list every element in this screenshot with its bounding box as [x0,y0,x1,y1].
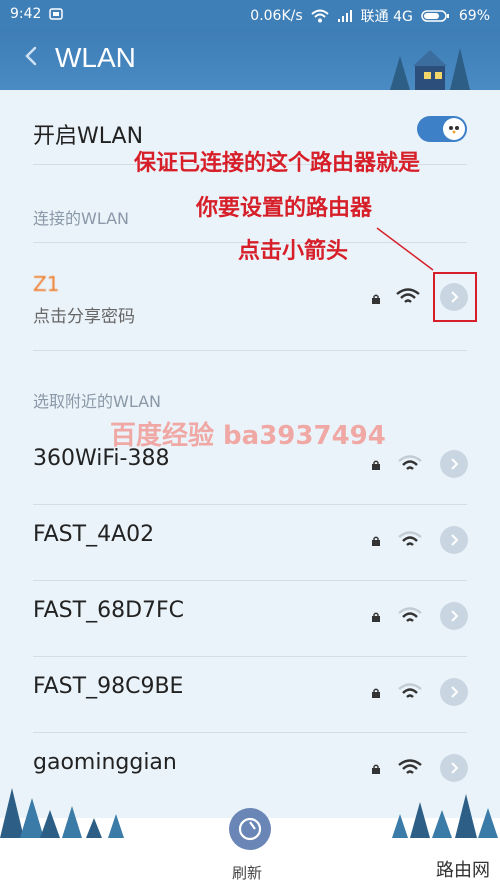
wifi-medium-icon [398,607,422,622]
page-title: WLAN [55,42,136,73]
network-details-arrow-button[interactable] [440,450,468,478]
wlan-toggle-label: 开启WLAN [33,124,144,149]
wifi-medium-icon [398,455,422,470]
divider [33,656,467,657]
signal-icon [337,10,352,22]
wifi-medium-icon [398,683,422,698]
refresh-icon [238,817,262,841]
status-left: 9:42 [10,6,64,22]
lock-icon [372,764,380,774]
back-arrow-icon[interactable] [20,44,44,68]
wlan-toggle-row[interactable]: 开启WLAN [33,116,467,149]
lock-icon [372,460,380,470]
wlan-toggle-switch[interactable] [417,116,467,142]
divider [33,732,467,733]
status-speed: 0.06K/s [250,8,303,24]
highlight-box [433,272,477,322]
chevron-right-icon [451,610,459,622]
chevron-right-icon [451,458,459,470]
wifi-medium-icon [398,531,422,546]
annotation-arrow-line [376,227,434,271]
divider [33,350,467,351]
divider [33,580,467,581]
lock-icon [372,688,380,698]
wifi-strong-icon [398,759,422,774]
nearby-section-title: 选取附近的WLAN [33,392,162,411]
network-details-arrow-button[interactable] [440,602,468,630]
annotation-line-1: 保证已连接的这个路由器就是 [134,151,421,176]
notification-icon [49,8,64,20]
annotation-line-2: 你要设置的路由器 [196,196,373,221]
app-header: WLAN [0,30,500,90]
lock-icon [372,294,380,304]
status-right: 0.06K/s 联通 4G 69% [250,6,490,26]
wifi-status-icon [310,9,329,23]
wifi-strong-icon [396,288,420,303]
status-carrier: 联通 4G [360,9,413,25]
panda-face-icon [449,126,459,134]
divider [33,504,467,505]
house-decoration-icon [390,48,470,90]
refresh-button[interactable] [229,808,271,850]
chevron-right-icon [451,686,459,698]
battery-icon [421,10,449,22]
network-details-arrow-button[interactable] [440,678,468,706]
lock-icon [372,612,380,622]
chevron-right-icon [451,534,459,546]
status-time: 9:42 [10,6,42,22]
annotation-line-3: 点击小箭头 [238,239,349,264]
refresh-label: 刷新 [232,864,263,882]
lock-icon [372,536,380,546]
brand-watermark: 路由网 [436,860,490,881]
status-battery: 69% [458,8,490,24]
network-details-arrow-button[interactable] [440,526,468,554]
status-bar: 9:42 0.06K/s 联通 4G 69% [0,0,500,30]
